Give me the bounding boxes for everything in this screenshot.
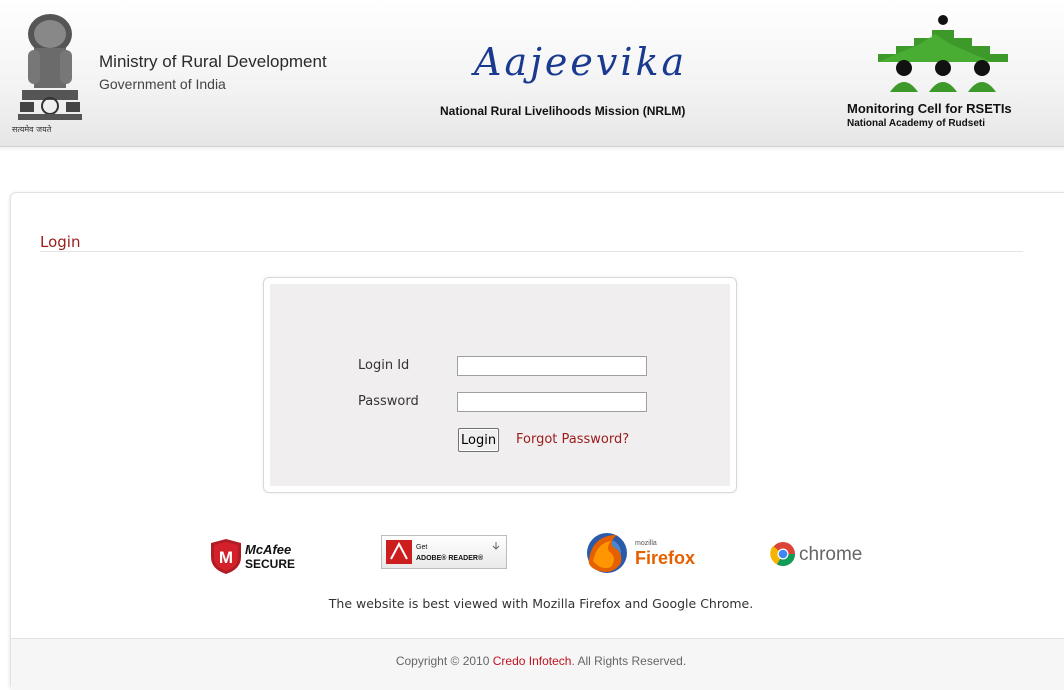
chrome-badge[interactable]: chrome: [769, 539, 893, 569]
adobe-reader-badge[interactable]: Get ADOBE® READER®: [381, 535, 507, 569]
site-header: सत्यमेव जयते Ministry of Rural Developme…: [0, 0, 1064, 147]
chrome-name: chrome: [799, 544, 862, 565]
rseti-title: Monitoring Cell for RSETIs: [847, 101, 1012, 116]
login-id-input[interactable]: [457, 356, 647, 376]
program-logo-text: Aajeevika: [474, 40, 688, 84]
copyright-text: Copyright © 2010 Credo Infotech. All Rig…: [11, 654, 1064, 668]
login-button[interactable]: Login: [458, 428, 500, 452]
mcafee-secure-badge[interactable]: M McAfee SECURE: [209, 537, 319, 575]
adobe-line1: Get: [416, 544, 427, 551]
login-form: Login Id Password Login Forgot Password?: [270, 284, 730, 486]
heading-divider: [40, 251, 1023, 252]
page-title: Login: [40, 233, 81, 251]
rseti-subtitle: National Academy of Rudseti: [847, 118, 985, 129]
firefox-small-text: mozilla: [635, 540, 657, 547]
forgot-password-link[interactable]: Forgot Password?: [516, 432, 629, 447]
ministry-title: Ministry of Rural Development: [99, 52, 327, 71]
firefox-name: Firefox: [635, 548, 695, 568]
national-emblem-icon: [18, 14, 82, 120]
login-id-label: Login Id: [358, 358, 410, 373]
adobe-reader-icon: Get ADOBE® READER®: [386, 540, 500, 564]
main-panel: Login Login Id Password Login Forgot Pas…: [10, 192, 1064, 690]
rseti-logo-icon: [878, 15, 1008, 92]
footer: Copyright © 2010 Credo Infotech. All Rig…: [11, 638, 1064, 690]
header-shadow: [0, 146, 1064, 152]
copyright-suffix: . All Rights Reserved.: [571, 654, 687, 668]
login-form-box: Login Id Password Login Forgot Password?: [263, 277, 737, 493]
password-input[interactable]: [457, 392, 647, 412]
browser-recommendation-text: The website is best viewed with Mozilla …: [328, 596, 754, 611]
adobe-line2: ADOBE® READER®: [416, 554, 484, 562]
mcafee-line1: McAfee: [245, 542, 291, 557]
ministry-subtitle: Government of India: [99, 76, 226, 92]
emblem-caption: सत्यमेव जयते: [12, 125, 52, 134]
copyright-prefix: Copyright © 2010: [395, 654, 493, 668]
program-subtitle: National Rural Livelihoods Mission (NRLM…: [440, 104, 686, 118]
credo-infotech-link[interactable]: Credo Infotech: [493, 654, 572, 668]
password-label: Password: [358, 394, 419, 409]
firefox-badge[interactable]: mozilla Firefox: [583, 529, 701, 577]
mcafee-line2: SECURE: [245, 557, 295, 571]
svg-text:M: M: [219, 548, 233, 567]
